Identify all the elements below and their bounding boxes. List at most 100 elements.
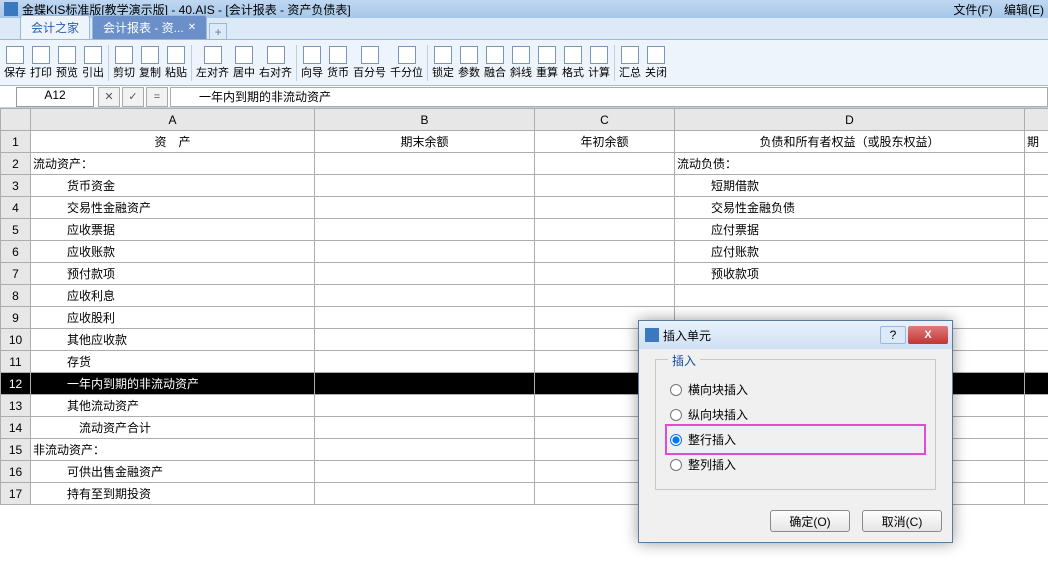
toolbar-斜线[interactable]: 斜线 <box>508 44 534 82</box>
cancel-button[interactable]: 取消(C) <box>862 510 942 532</box>
corner-cell[interactable] <box>1 109 31 131</box>
cell[interactable] <box>315 175 535 197</box>
row-header[interactable]: 8 <box>1 285 31 307</box>
ok-button[interactable]: 确定(O) <box>770 510 850 532</box>
cell[interactable] <box>1025 153 1048 175</box>
dialog-close-button[interactable]: X <box>908 326 948 344</box>
toolbar-保存[interactable]: 保存 <box>2 44 28 82</box>
row-header[interactable]: 9 <box>1 307 31 329</box>
cell[interactable] <box>1025 175 1048 197</box>
cell[interactable] <box>1025 373 1048 395</box>
toolbar-汇总[interactable]: 汇总 <box>617 44 643 82</box>
toolbar-融合[interactable]: 融合 <box>482 44 508 82</box>
cell[interactable]: 交易性金融资产 <box>31 197 315 219</box>
cell[interactable] <box>535 219 675 241</box>
cell[interactable] <box>1025 351 1048 373</box>
toolbar-参数[interactable]: 参数 <box>456 44 482 82</box>
cell[interactable] <box>535 241 675 263</box>
cell[interactable]: 负债和所有者权益（或股东权益） <box>675 131 1025 153</box>
toolbar-计算[interactable]: 计算 <box>586 44 612 82</box>
row-header[interactable]: 13 <box>1 395 31 417</box>
toolbar-左对齐[interactable]: 左对齐 <box>194 44 231 82</box>
cell[interactable] <box>315 417 535 439</box>
toolbar-粘贴[interactable]: 粘贴 <box>163 44 189 82</box>
fx-button[interactable]: = <box>146 87 168 107</box>
cell[interactable]: 流动负债： <box>675 153 1025 175</box>
cell[interactable] <box>1025 483 1048 505</box>
radio-option-1[interactable]: 纵向块插入 <box>668 402 923 427</box>
cell[interactable] <box>535 153 675 175</box>
toolbar-重算[interactable]: 重算 <box>534 44 560 82</box>
tab-add-button[interactable]: + <box>209 23 227 39</box>
cell[interactable]: 资 产 <box>31 131 315 153</box>
cell[interactable]: 应收股利 <box>31 307 315 329</box>
cell[interactable]: 一年内到期的非流动资产 <box>31 373 315 395</box>
cell[interactable] <box>1025 329 1048 351</box>
cell[interactable]: 年初余额 <box>535 131 675 153</box>
col-header-a[interactable]: A <box>31 109 315 131</box>
cell[interactable] <box>315 483 535 505</box>
cell[interactable]: 短期借款 <box>675 175 1025 197</box>
cell[interactable]: 期末余额 <box>315 131 535 153</box>
cell[interactable] <box>315 395 535 417</box>
cell[interactable]: 应收账款 <box>31 241 315 263</box>
radio-option-3[interactable]: 整列插入 <box>668 452 923 477</box>
cell[interactable] <box>1025 219 1048 241</box>
menu-file[interactable]: 文件(F) <box>953 3 992 17</box>
cell[interactable] <box>315 461 535 483</box>
cell[interactable] <box>1025 395 1048 417</box>
help-button[interactable]: ? <box>880 326 906 344</box>
cell[interactable] <box>535 175 675 197</box>
row-header[interactable]: 17 <box>1 483 31 505</box>
cell[interactable]: 持有至到期投资 <box>31 483 315 505</box>
cell[interactable]: 预付款项 <box>31 263 315 285</box>
cell[interactable] <box>1025 439 1048 461</box>
cell[interactable]: 期 <box>1025 131 1048 153</box>
radio-option-0[interactable]: 横向块插入 <box>668 377 923 402</box>
cell[interactable] <box>315 329 535 351</box>
formula-input[interactable]: 一年内到期的非流动资产 <box>170 87 1048 107</box>
cell[interactable] <box>675 285 1025 307</box>
row-header[interactable]: 6 <box>1 241 31 263</box>
cell[interactable]: 可供出售金融资产 <box>31 461 315 483</box>
row-header[interactable]: 14 <box>1 417 31 439</box>
toolbar-剪切[interactable]: 剪切 <box>111 44 137 82</box>
cell-reference[interactable]: A12 <box>16 87 94 107</box>
cell[interactable] <box>315 439 535 461</box>
row-header[interactable]: 16 <box>1 461 31 483</box>
toolbar-引出[interactable]: 引出 <box>80 44 106 82</box>
cell[interactable] <box>1025 307 1048 329</box>
cell[interactable]: 其他流动资产 <box>31 395 315 417</box>
col-header-c[interactable]: C <box>535 109 675 131</box>
cancel-fx-button[interactable]: ✕ <box>98 87 120 107</box>
cell[interactable] <box>535 285 675 307</box>
cell[interactable] <box>315 351 535 373</box>
row-header[interactable]: 11 <box>1 351 31 373</box>
toolbar-关闭[interactable]: 关闭 <box>643 44 669 82</box>
row-header[interactable]: 15 <box>1 439 31 461</box>
cell[interactable] <box>535 263 675 285</box>
row-header[interactable]: 3 <box>1 175 31 197</box>
toolbar-右对齐[interactable]: 右对齐 <box>257 44 294 82</box>
cell[interactable]: 应付票据 <box>675 219 1025 241</box>
col-header-e[interactable] <box>1025 109 1048 131</box>
cell[interactable] <box>1025 417 1048 439</box>
toolbar-居中[interactable]: 居中 <box>231 44 257 82</box>
row-header[interactable]: 2 <box>1 153 31 175</box>
toolbar-千分位[interactable]: 千分位 <box>388 44 425 82</box>
col-header-d[interactable]: D <box>675 109 1025 131</box>
cell[interactable]: 应付账款 <box>675 241 1025 263</box>
cell[interactable] <box>315 241 535 263</box>
radio-option-2[interactable]: 整行插入 <box>668 427 923 452</box>
cell[interactable] <box>1025 197 1048 219</box>
tab-home[interactable]: 会计之家 <box>20 15 90 39</box>
cell[interactable] <box>315 373 535 395</box>
cell[interactable]: 预收款项 <box>675 263 1025 285</box>
cell[interactable] <box>315 263 535 285</box>
cell[interactable]: 存货 <box>31 351 315 373</box>
cell[interactable]: 应收利息 <box>31 285 315 307</box>
cell[interactable]: 非流动资产： <box>31 439 315 461</box>
toolbar-预览[interactable]: 预览 <box>54 44 80 82</box>
cell[interactable] <box>1025 241 1048 263</box>
cell[interactable]: 流动资产： <box>31 153 315 175</box>
